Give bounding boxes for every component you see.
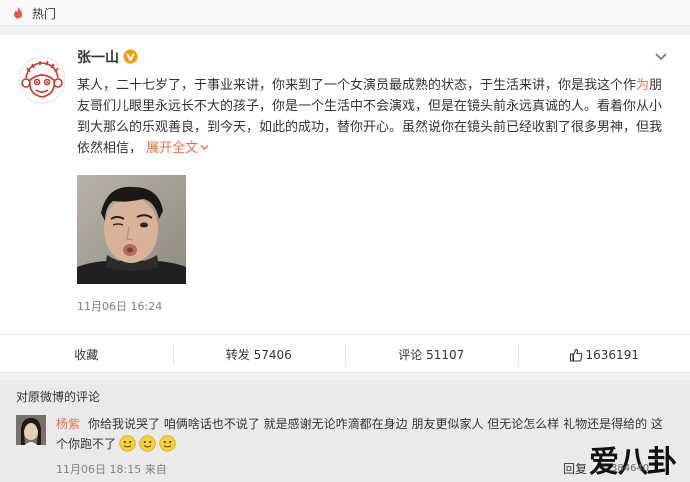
hot-icon — [14, 7, 22, 19]
repost-label: 转发 57406 — [225, 348, 292, 362]
reply-button[interactable]: 回复 — [563, 460, 587, 477]
comment-timestamp: 11月06日 18:15 来自 — [56, 461, 167, 477]
favorite-button[interactable]: 收藏 — [0, 335, 173, 374]
post-text-part: 某人，二十七岁了，于事业来讲，你来到了一个女演员最成熟的状态，于生活来讲，你是我… — [77, 78, 637, 93]
post-photo[interactable] — [77, 175, 186, 284]
comment-source: 来自 — [144, 463, 167, 476]
like-icon — [569, 348, 582, 362]
top-bar: 热门 — [0, 0, 690, 26]
like-count: 1636191 — [585, 347, 639, 362]
smile-emoji-icon — [139, 435, 156, 452]
portrait-photo — [77, 175, 186, 284]
post-body: 某人，二十七岁了，于事业来讲，你来到了一个女演员最成熟的状态，于生活来讲，你是我… — [77, 75, 669, 159]
watermark-text: 爱八卦 — [589, 445, 677, 480]
comment-label: 评论 51107 — [398, 348, 465, 362]
comment-button[interactable]: 评论 51107 — [345, 335, 518, 374]
commenter-name[interactable]: 杨紫 — [56, 417, 80, 431]
comment-time[interactable]: 11月06日 18:15 — [56, 463, 141, 476]
like-button[interactable]: 1636191 — [517, 335, 690, 374]
verified-icon — [123, 49, 138, 64]
expand-label: 展开全文 — [146, 141, 199, 156]
chevron-down-icon — [200, 144, 209, 151]
comment-item: 杨紫 你给我说哭了 咱俩啥话也不说了 就是感谢无论咋滴都在身边 朋友更似家人 但无… — [56, 414, 672, 454]
expand-full-text-link[interactable]: 展开全文 — [142, 141, 209, 156]
commenter-avatar[interactable] — [16, 415, 46, 445]
chevron-down-icon[interactable] — [654, 52, 668, 62]
commenter-avatar-photo — [16, 415, 46, 445]
post-actions: 收藏 转发 57406 评论 51107 1636191 — [0, 334, 690, 374]
monkey-avatar-icon — [18, 56, 66, 104]
author-name[interactable]: 张一山 — [77, 47, 119, 67]
watermark-count: 384640 — [611, 463, 650, 474]
post-text-highlight: 为 — [636, 78, 650, 93]
repost-button[interactable]: 转发 57406 — [172, 335, 346, 374]
favorite-label: 收藏 — [74, 348, 99, 362]
author-avatar[interactable] — [18, 56, 66, 104]
hot-label: 热门 — [32, 7, 57, 21]
comments-title: 对原微博的评论 — [16, 390, 101, 404]
smile-emoji-icon — [119, 435, 136, 452]
weibo-post-card: 张一山 某人，二十七岁了，于事业来讲，你来到了一个女演员最成熟的状态，于生活来讲… — [0, 33, 690, 373]
original-post-comments: 对原微博的评论 杨紫 你给我说哭了 咱俩啥话也不说了 就是感谢无论咋滴都在身边 朋… — [0, 380, 690, 482]
post-timestamp[interactable]: 11月06日 16:24 — [77, 298, 162, 314]
smile-emoji-icon — [159, 435, 176, 452]
